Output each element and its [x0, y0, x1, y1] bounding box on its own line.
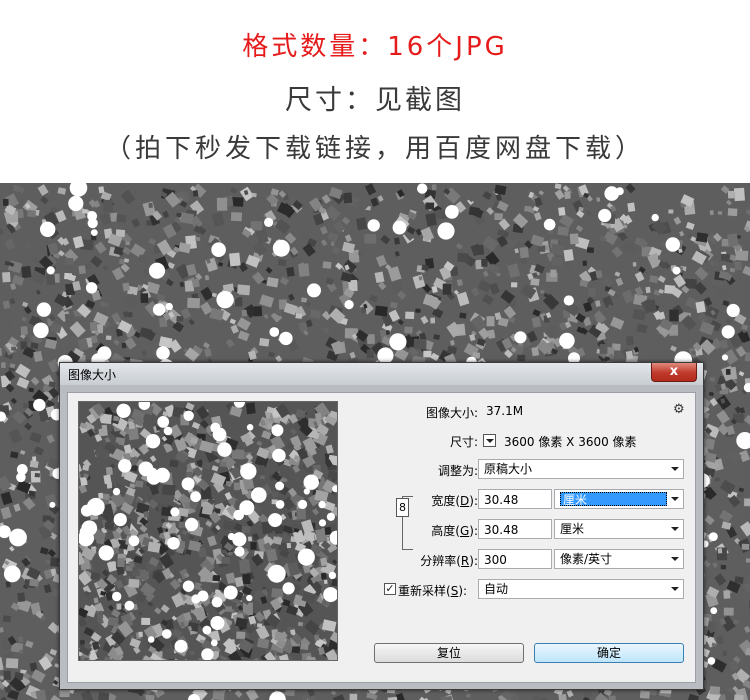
resolution-unit-value: 像素/英寸 [560, 552, 613, 566]
download-note-text: （拍下秒发下载链接，用百度网盘下载） [104, 134, 645, 164]
resolution-input[interactable]: 300 [478, 549, 552, 569]
resample-select[interactable]: 自动 [478, 579, 684, 599]
format-count-text: 格式数量：16个JPG [242, 32, 508, 62]
width-label: 宽度(D): [431, 494, 478, 508]
dialog-client-area: 图像大小: 37.1M ⚙ 尺寸: 3600 像素 X 3600 像素 调整为:… [67, 392, 696, 683]
dimensions-unit-dropdown[interactable] [483, 434, 496, 447]
fit-to-value: 原稿大小 [484, 462, 533, 476]
dialog-title: 图像大小 [68, 368, 117, 382]
fit-to-label: 调整为: [437, 464, 478, 478]
width-unit-value: 厘米 [560, 492, 667, 507]
dimensions-value: 3600 像素 X 3600 像素 [504, 435, 637, 449]
size-text: 尺寸：见截图 [285, 85, 465, 116]
resolution-label: 分辨率(R): [420, 554, 478, 568]
close-icon: x [669, 364, 679, 379]
width-unit-select[interactable]: 厘米 [554, 489, 684, 509]
chevron-down-icon [671, 497, 679, 501]
image-size-label: 图像大小: [425, 406, 478, 420]
resolution-unit-select[interactable]: 像素/英寸 [554, 549, 684, 569]
ok-button[interactable]: 确定 [534, 643, 684, 663]
close-button[interactable]: x [651, 363, 697, 382]
width-input[interactable]: 30.48 [478, 489, 552, 509]
chevron-down-icon [671, 527, 679, 531]
fit-to-select[interactable]: 原稿大小 [478, 459, 684, 479]
chevron-down-icon [671, 557, 679, 561]
height-label: 高度(G): [431, 524, 478, 538]
image-size-value: 37.1M [486, 404, 524, 418]
height-input[interactable]: 30.48 [478, 519, 552, 539]
height-unit-select[interactable]: 厘米 [554, 519, 684, 539]
reset-button[interactable]: 复位 [374, 643, 524, 663]
image-preview [78, 401, 338, 661]
resample-checkbox[interactable]: ✓ [384, 583, 396, 595]
resample-value: 自动 [484, 582, 509, 596]
chevron-down-icon [671, 467, 679, 471]
height-unit-value: 厘米 [560, 522, 585, 536]
gear-icon[interactable]: ⚙ [673, 402, 685, 417]
image-size-dialog: 图像大小 x 图像大小: 37.1M ⚙ 尺寸: 3600 像素 X 3600 … [59, 362, 704, 690]
dimensions-label: 尺寸: [449, 435, 478, 449]
dialog-titlebar[interactable]: 图像大小 x [60, 363, 703, 385]
chevron-down-icon [671, 587, 679, 591]
resample-label: 重新采样(S): [398, 584, 468, 598]
